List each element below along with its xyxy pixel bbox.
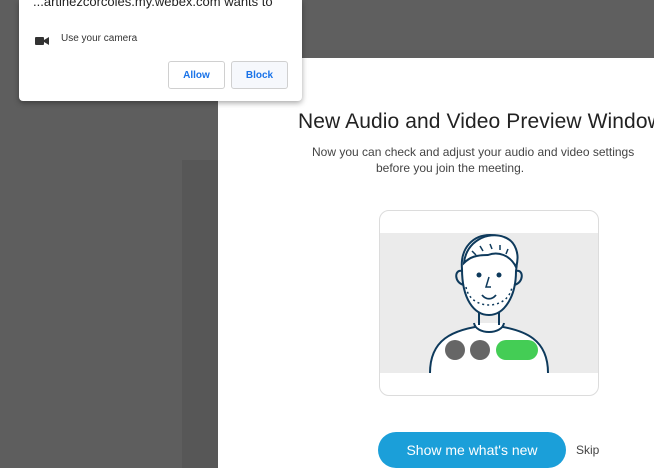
left-inner-panel (182, 160, 218, 468)
permission-request-row: Use your camera (35, 31, 137, 45)
allow-button[interactable]: Allow (168, 61, 225, 89)
show-me-whats-new-button[interactable]: Show me what's new (378, 432, 566, 468)
camera-permission-popup: ...artinezcorcoles.my.webex.com wants to… (19, 0, 302, 101)
description-line-2: before you join the meeting. (376, 161, 525, 175)
camera-permission-label: Use your camera (61, 32, 138, 44)
dialog-description: Now you can check and adjust your audio … (312, 144, 654, 176)
block-button[interactable]: Block (231, 61, 288, 89)
description-line-1: Now you can check and adjust your audio … (312, 145, 635, 159)
skip-link[interactable]: Skip (576, 443, 599, 457)
preview-window-dialog: New Audio and Video Preview Window Now y… (218, 58, 654, 468)
person-preview-illustration (429, 233, 549, 374)
preview-illustration-card (379, 210, 599, 396)
dialog-title: New Audio and Video Preview Window (298, 110, 654, 133)
permission-origin-text: ...artinezcorcoles.my.webex.com wants to (33, 0, 273, 9)
video-camera-icon (35, 33, 49, 45)
